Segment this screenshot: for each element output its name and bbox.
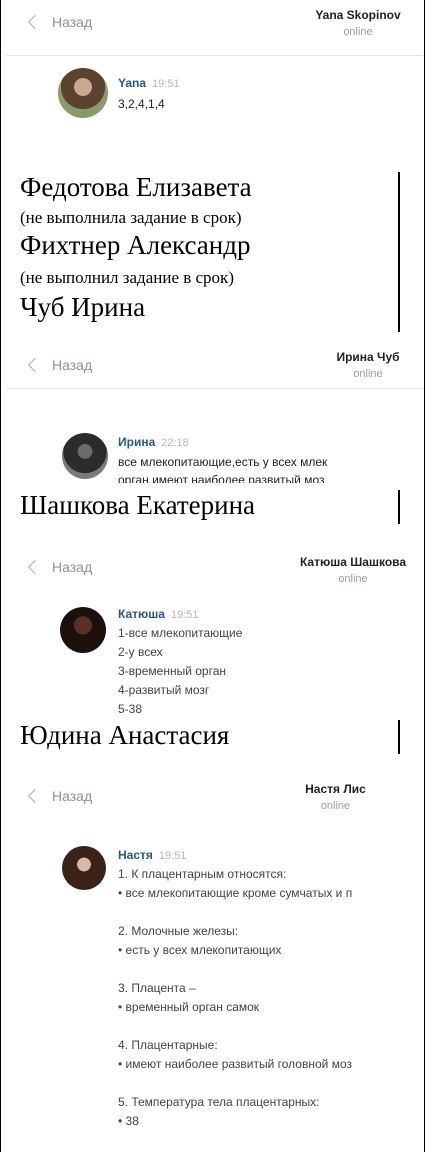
message-author[interactable]: Yana <box>118 76 146 90</box>
chat-screenshot-katyusha: Назад Катюша Шашкова online Катюша 19:51 … <box>6 527 423 717</box>
back-button[interactable]: Назад <box>27 788 93 804</box>
chat-header: Назад Yana Skopinov online <box>6 0 423 56</box>
message-line <box>118 1017 352 1036</box>
contact-name-text: Ирина Чуб <box>336 350 400 364</box>
chevron-left-icon <box>27 559 43 575</box>
message-line: 3-временный орган <box>118 664 226 678</box>
student-name: Федотова Елизавета <box>20 172 252 202</box>
message-line: 5. Температура тела плацентарных: <box>118 1095 320 1109</box>
message-text: 1-все млекопитающие 2-у всех 3-временный о… <box>118 624 242 717</box>
message-line: • временный орган самок <box>118 1000 260 1014</box>
message-line: 1-все млекопитающие <box>118 626 243 640</box>
back-label: Назад <box>52 559 93 575</box>
message-line: • все млекопитающие кроме сумчатых и п <box>118 886 353 900</box>
contact-status: online <box>353 368 383 380</box>
contact-status: online <box>343 26 373 38</box>
message-time: 19:51 <box>158 850 187 862</box>
message-line: 3,2,4,1,4 <box>118 97 165 111</box>
student-note: (не выполнил задание в срок) <box>20 268 234 287</box>
message-author[interactable]: Катюша <box>118 607 165 621</box>
message-line: 5-38 <box>118 702 143 716</box>
divider <box>398 490 400 524</box>
message-line: 1. К плацентарным относятся: <box>118 867 287 881</box>
back-label: Назад <box>52 788 93 804</box>
contact-name[interactable]: Настя Лис online <box>248 782 423 812</box>
chevron-left-icon <box>27 357 43 373</box>
student-name: Юдина Анастасия <box>20 720 230 750</box>
back-label: Назад <box>52 14 93 30</box>
chat-screenshot-yana: Назад Yana Skopinov online Yana 19:51 3,2… <box>6 0 423 150</box>
divider <box>398 720 400 754</box>
student-name: Чуб Ирина <box>20 292 146 322</box>
chat-screenshot-irina: Назад Ирина Чуб online Ирина 22:18 все мл… <box>6 333 423 483</box>
message-time: 19:51 <box>152 78 180 90</box>
message-line: 2-у всех <box>118 645 163 659</box>
message-line: 3. Плацента – <box>118 981 196 995</box>
contact-name[interactable]: Катюша Шашкова online <box>283 555 423 585</box>
back-button[interactable]: Назад <box>27 357 93 373</box>
chat-header: Назад Настя Лис online <box>6 758 423 814</box>
contact-status: online <box>320 800 351 812</box>
message: Настя 19:51 1. К плацентарным относятся: •… <box>118 846 352 1131</box>
message-line: • есть у всех млекопитающих <box>118 943 282 957</box>
message-text: 3,2,4,1,4 <box>118 95 180 113</box>
message: Yana 19:51 3,2,4,1,4 <box>118 74 180 113</box>
message-line: • 38 <box>118 1114 139 1128</box>
contact-name-text: Настя Лис <box>305 782 366 796</box>
avatar[interactable] <box>60 607 106 653</box>
student-name: Фихтнер Александр <box>20 230 251 260</box>
chat-header: Назад Ирина Чуб online <box>6 333 423 389</box>
chevron-left-icon <box>27 788 43 804</box>
contact-name[interactable]: Yana Skopinov online <box>293 8 423 38</box>
message-line: 4. Плацентарные: <box>118 1038 218 1052</box>
student-name: Шашкова Екатерина <box>20 490 256 520</box>
message: Ирина 22:18 все млекопитающие,есть у всех… <box>118 433 327 483</box>
message-author[interactable]: Ирина <box>118 435 155 449</box>
message-line <box>118 1074 352 1093</box>
message-line <box>118 903 352 922</box>
chat-header: Назад Катюша Шашкова online <box>6 527 423 585</box>
contact-status: online <box>338 573 368 585</box>
chevron-left-icon <box>27 14 43 30</box>
message: Катюша 19:51 1-все млекопитающие 2-у всех 3… <box>118 605 242 717</box>
message-line: орган,имеют наиболее развитый моз <box>118 473 325 483</box>
avatar[interactable] <box>62 846 106 890</box>
divider <box>398 172 400 332</box>
contact-name-text: Yana Skopinov <box>315 8 401 22</box>
message-line: 4-развитый мозг <box>118 683 210 697</box>
message-time: 19:51 <box>170 609 199 621</box>
back-button[interactable]: Назад <box>27 14 93 30</box>
back-label: Назад <box>52 357 93 373</box>
avatar[interactable] <box>62 433 108 479</box>
message-line <box>118 960 352 979</box>
message-text: 1. К плацентарным относятся: • все млекоп… <box>118 865 352 1131</box>
message-author[interactable]: Настя <box>118 848 153 862</box>
contact-name-text: Катюша Шашкова <box>299 555 407 569</box>
student-note: (не выполнила задание в срок) <box>20 208 242 227</box>
message-text: все млекопитающие,есть у всех млек орган,… <box>118 453 327 483</box>
contact-name[interactable]: Ирина Чуб online <box>313 350 423 380</box>
message-line: 2. Молочные железы: <box>118 924 239 938</box>
avatar[interactable] <box>58 68 108 118</box>
chat-screenshot-nastya: Назад Настя Лис online Настя 19:51 1. К п… <box>6 758 423 1152</box>
message-line: все млекопитающие,есть у всех млек <box>118 455 328 469</box>
message-line: • имеют наиболее развитый головной моз <box>118 1057 352 1071</box>
back-button[interactable]: Назад <box>27 559 93 575</box>
message-time: 22:18 <box>161 437 189 449</box>
